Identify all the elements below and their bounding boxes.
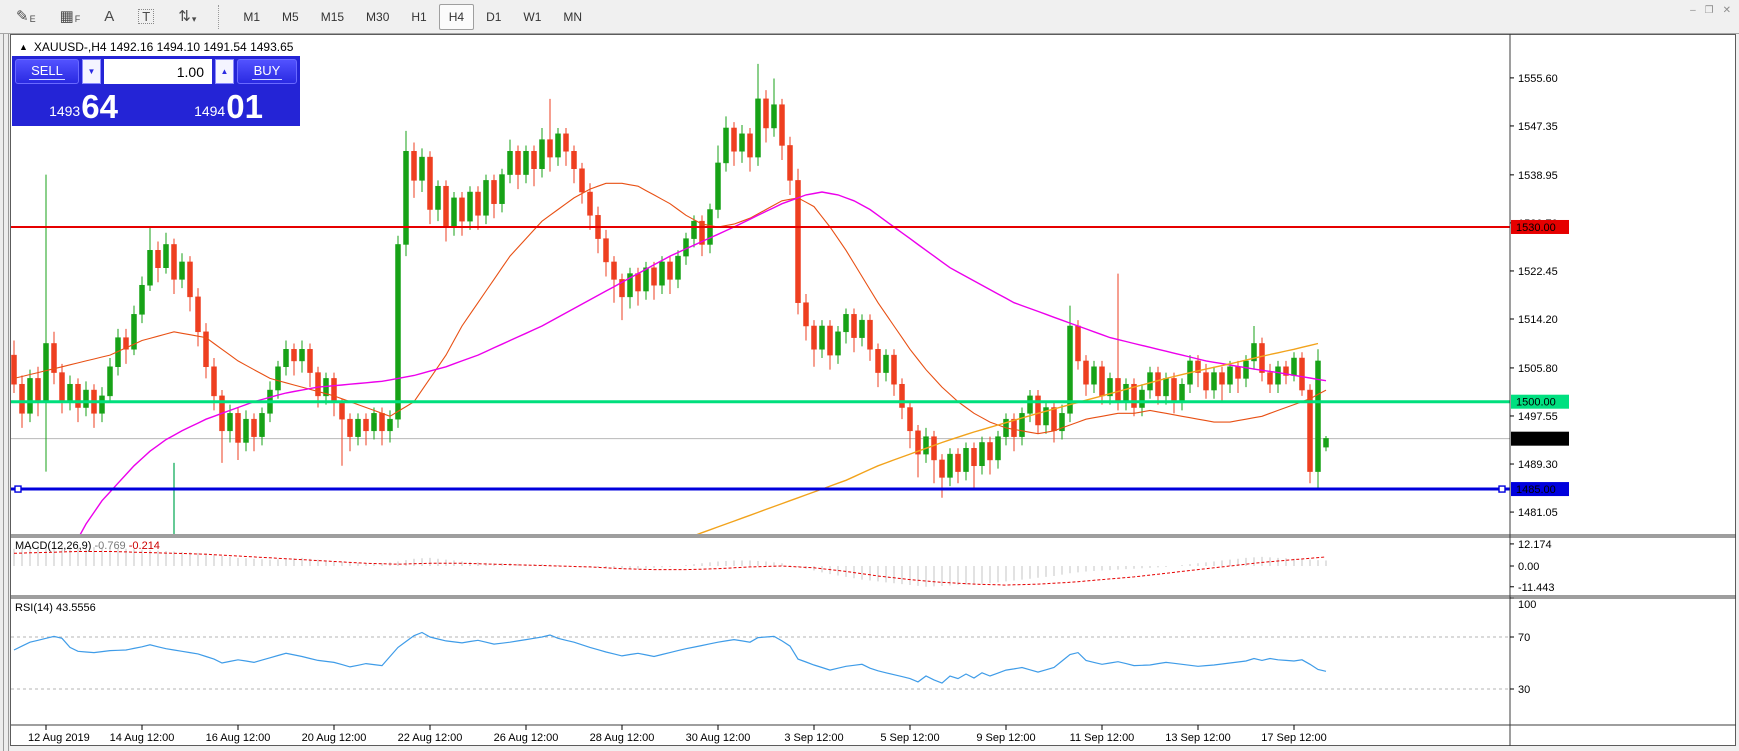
- drawing-tools: ✎E ▦F A T ⇅▾: [0, 9, 196, 24]
- draw-tool-e-icon[interactable]: ✎E: [16, 9, 36, 24]
- buy-button[interactable]: BUY: [237, 59, 297, 84]
- restore-window-button[interactable]: ❐: [1705, 5, 1714, 16]
- timeframe-h4-button[interactable]: H4: [439, 4, 474, 30]
- toolbar-separator: [218, 5, 220, 29]
- timeframe-m30-button[interactable]: M30: [356, 4, 399, 30]
- sell-price-small: 1493: [49, 103, 80, 119]
- timeframe-m1-button[interactable]: M1: [233, 4, 270, 30]
- buy-price-big: 01: [226, 91, 263, 122]
- text-tool-icon[interactable]: A: [104, 9, 114, 24]
- text-label-tool-icon[interactable]: T: [138, 9, 154, 24]
- volume-decrease-button[interactable]: ▼: [82, 59, 101, 84]
- volume-field[interactable]: 1.00: [104, 59, 212, 84]
- sell-button[interactable]: SELL: [15, 59, 79, 84]
- close-window-button[interactable]: ✕: [1723, 5, 1731, 16]
- timeframe-w1-button[interactable]: W1: [513, 4, 551, 30]
- timeframe-m5-button[interactable]: M5: [272, 4, 309, 30]
- chart-title: ▲ XAUUSD-,H4 1492.16 1494.10 1491.54 149…: [19, 40, 293, 54]
- timeframe-h1-button[interactable]: H1: [401, 4, 436, 30]
- buy-price-small: 1494: [194, 103, 225, 119]
- volume-increase-button[interactable]: ▲: [215, 59, 234, 84]
- timeframe-mn-button[interactable]: MN: [553, 4, 592, 30]
- chart-title-text: XAUUSD-,H4 1492.16 1494.10 1491.54 1493.…: [34, 40, 294, 54]
- timeframe-d1-button[interactable]: D1: [476, 4, 511, 30]
- one-click-trading-panel: SELL ▼ 1.00 ▲ BUY 1493 64 1494 01: [12, 56, 300, 126]
- collapse-arrow-icon[interactable]: ▲: [19, 42, 28, 52]
- draw-tool-f-icon[interactable]: ▦F: [60, 9, 81, 24]
- window-controls: ‒ ❐ ✕: [1690, 5, 1731, 16]
- timeframe-buttons: M1M5M15M30H1H4D1W1MN: [232, 4, 593, 30]
- chart-window: [10, 34, 1736, 746]
- buy-price[interactable]: 1494 01: [160, 85, 297, 124]
- window-left-frame: [0, 0, 10, 751]
- toolbar: ✎E ▦F A T ⇅▾ M1M5M15M30H1H4D1W1MN ‒ ❐ ✕: [0, 0, 1739, 34]
- minimize-window-button[interactable]: ‒: [1690, 5, 1696, 16]
- arrange-shift-tool-icon[interactable]: ⇅▾: [178, 9, 196, 24]
- sell-price-big: 64: [81, 91, 118, 122]
- sell-price[interactable]: 1493 64: [15, 85, 152, 124]
- timeframe-m15-button[interactable]: M15: [311, 4, 354, 30]
